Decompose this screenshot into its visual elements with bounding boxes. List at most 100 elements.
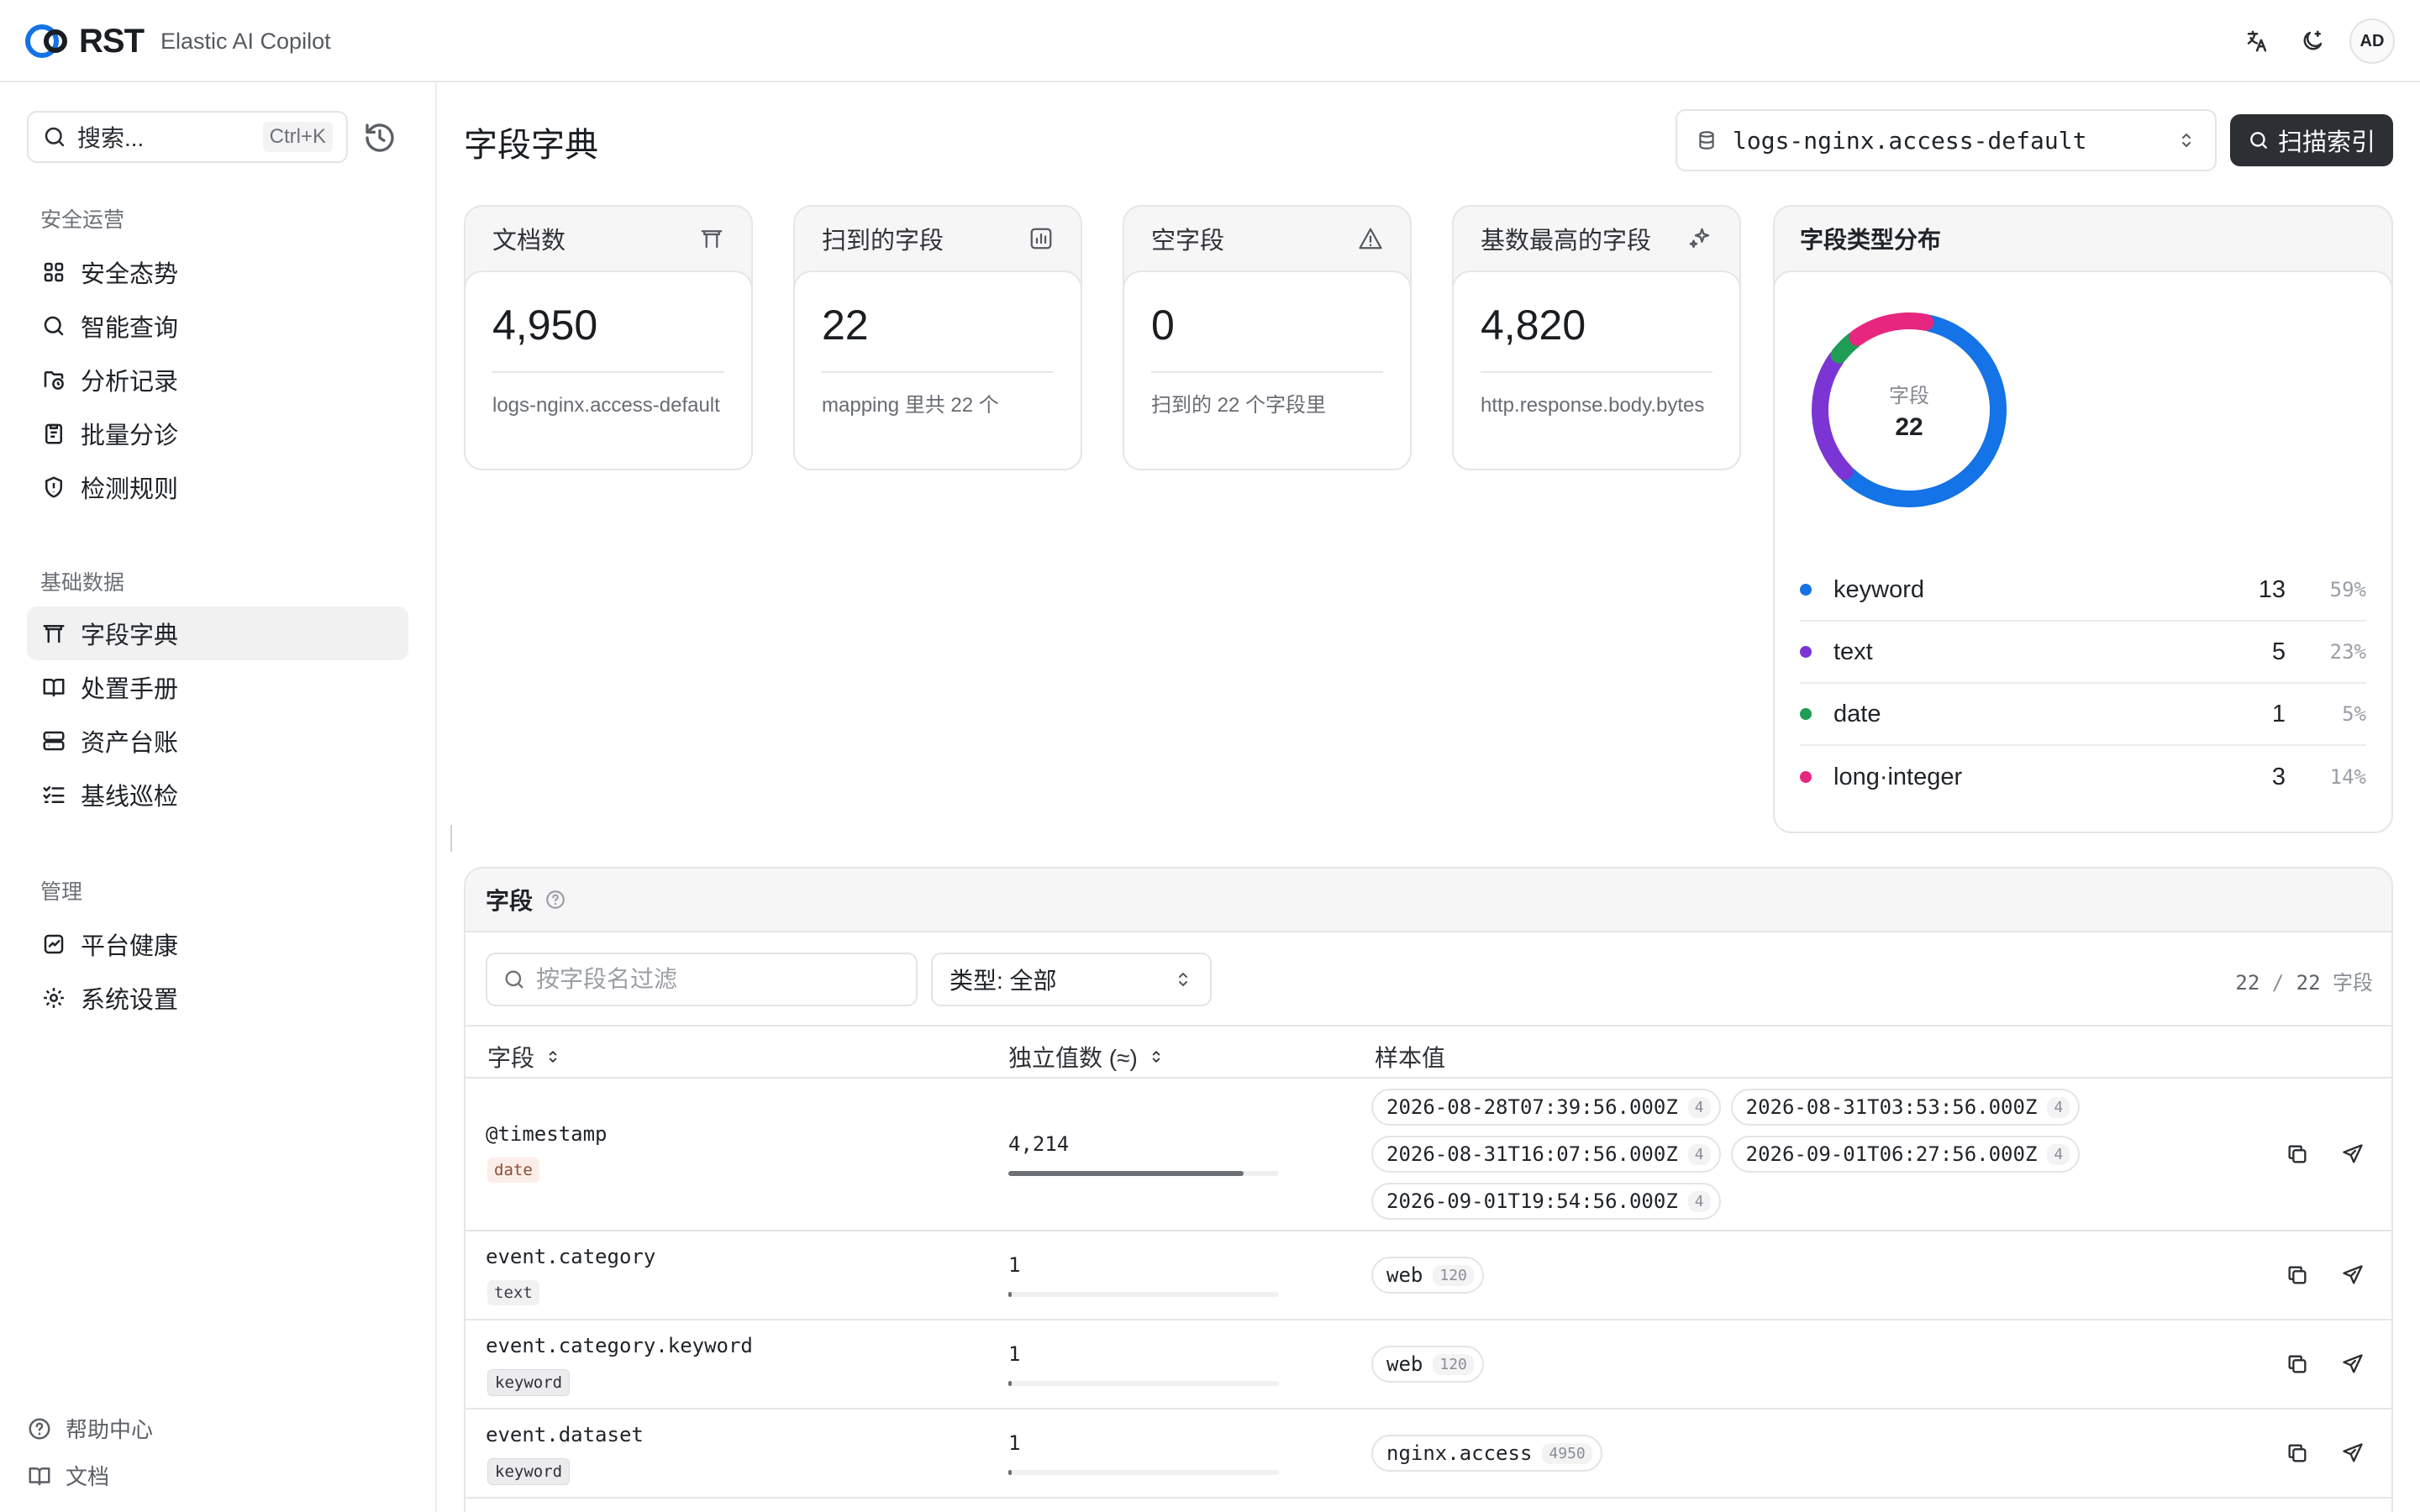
help-center-link[interactable]: 帮助中心 — [27, 1413, 153, 1444]
warning-icon — [1359, 228, 1382, 249]
field-filter-text[interactable] — [536, 966, 889, 993]
sidebar-item-field-dictionary[interactable]: 字段字典 — [27, 606, 408, 660]
sample-chip[interactable]: 2026-09-01T06:27:56.000Z 4 — [1730, 1136, 2081, 1173]
fields-title: 字段 — [486, 888, 534, 914]
cardinality-bar — [1008, 1381, 1279, 1386]
sidebar-item-asset-ledger[interactable]: 资产台账 — [27, 714, 408, 768]
column-header-cardinality[interactable]: 独立值数 (≈) — [1008, 1040, 1165, 1074]
cardinality-bar — [1008, 1470, 1279, 1475]
search-shortcut: Ctrl+K — [262, 122, 333, 152]
send-icon[interactable] — [2338, 1260, 2368, 1290]
stat-card-highest-cardinality: 基数最高的字段 4,820 http.response.body.bytes — [1452, 205, 1741, 470]
help-icon[interactable] — [544, 889, 566, 911]
sidebar-search[interactable]: 搜索... Ctrl+K — [27, 111, 348, 163]
chart-icon — [1030, 228, 1052, 249]
stat-sub: logs-nginx.access-default — [492, 394, 720, 417]
sidebar-item-baseline-inspection[interactable]: 基线巡检 — [27, 768, 408, 822]
legend-dot — [1800, 584, 1812, 596]
legend-count: 3 — [2271, 763, 2286, 790]
legend-pct: 23% — [2329, 640, 2366, 664]
sidebar-item-batch-triage[interactable]: 批量分诊 — [27, 407, 408, 460]
sample-chip[interactable]: 2026-08-28T07:39:56.000Z 4 — [1371, 1089, 1721, 1126]
copy-icon[interactable] — [2282, 1139, 2312, 1169]
stat-card-doc-count: 文档数 4,950 logs-nginx.access-default — [464, 205, 753, 470]
stat-label: 文档数 — [492, 228, 566, 255]
send-icon[interactable] — [2338, 1349, 2368, 1379]
field-filter-input[interactable] — [486, 953, 918, 1006]
stat-label: 基数最高的字段 — [1481, 228, 1652, 255]
stat-sub: 扫到的 22 个字段里 — [1151, 394, 1327, 417]
sample-chip[interactable]: 2026-08-31T16:07:56.000Z 4 — [1371, 1136, 1721, 1173]
table-icon — [701, 230, 723, 249]
cardinality-bar-fill — [1008, 1171, 1244, 1176]
legend-row-date: date 1 5% — [1800, 684, 2366, 746]
legend-count: 5 — [2271, 638, 2286, 665]
docs-link[interactable]: 文档 — [27, 1460, 109, 1491]
sidebar-item-platform-health[interactable]: 平台健康 — [27, 917, 408, 971]
sidebar-item-analysis-records[interactable]: 分析记录 — [27, 353, 408, 407]
sidebar-item-label: 字段字典 — [81, 622, 179, 649]
table-row[interactable]: event.category.keyword keyword 1 web 120 — [466, 1320, 2391, 1410]
scan-index-button[interactable]: 扫描索引 — [2230, 114, 2393, 166]
sidebar-item-smart-query[interactable]: 智能查询 — [27, 299, 408, 353]
copy-icon[interactable] — [2282, 1438, 2312, 1468]
sort-icon — [1152, 1051, 1160, 1063]
index-select[interactable]: logs-nginx.access-default — [1676, 109, 2217, 171]
chevron-up-down-icon — [1179, 973, 1187, 986]
donut-center-value: 22 — [1895, 412, 1923, 441]
moon-icon[interactable] — [2294, 23, 2331, 60]
grid-icon — [40, 259, 67, 286]
translate-icon[interactable] — [2238, 23, 2275, 60]
legend-name: text — [1833, 638, 1873, 665]
fields-panel: 字段 类型: 全部 22 / 22 字段 字段 独立值数 (≈) 样本值 @ti… — [464, 867, 2393, 1512]
legend-pct: 14% — [2329, 765, 2366, 789]
copy-icon[interactable] — [2282, 1260, 2312, 1290]
sidebar-item-detection-rules[interactable]: 检测规则 — [27, 460, 408, 514]
help-center-label: 帮助中心 — [66, 1417, 154, 1442]
column-header-field[interactable]: 字段 — [487, 1040, 561, 1074]
sample-chip[interactable]: nginx.access 4950 — [1371, 1435, 1602, 1472]
type-filter-select[interactable]: 类型: 全部 — [931, 953, 1212, 1006]
copy-icon[interactable] — [2282, 1349, 2312, 1379]
avatar[interactable]: AD — [2349, 18, 2395, 64]
type-filter-value: 类型: 全部 — [950, 968, 1057, 994]
section-label-admin: 管理 — [40, 880, 83, 904]
legend-dot — [1800, 646, 1812, 658]
sample-chip[interactable]: web 120 — [1371, 1346, 1484, 1383]
search-icon — [2250, 132, 2267, 149]
stat-sub: http.response.body.bytes — [1481, 394, 1705, 417]
sidebar-item-playbook[interactable]: 处置手册 — [27, 660, 408, 714]
cardinality-bar — [1008, 1171, 1279, 1176]
stat-label: 扫到的字段 — [822, 228, 944, 255]
send-icon[interactable] — [2338, 1139, 2368, 1169]
shield-icon — [40, 474, 67, 501]
field-type-badge: text — [487, 1280, 539, 1305]
history-icon[interactable] — [363, 121, 397, 155]
activity-icon — [40, 931, 67, 958]
sidebar-item-label: 智能查询 — [81, 315, 179, 342]
sort-icon — [549, 1051, 557, 1063]
cardinality-value: 4,214 — [1008, 1132, 1070, 1156]
sample-chip[interactable]: web 120 — [1371, 1257, 1484, 1294]
sidebar-item-label: 资产台账 — [81, 730, 179, 757]
logo-mark-icon — [25, 24, 67, 58]
cardinality-value: 1 — [1008, 1342, 1021, 1366]
cardinality-bar-fill — [1008, 1292, 1012, 1297]
table-row[interactable]: event.category text 1 web 120 — [466, 1231, 2391, 1320]
sidebar-item-system-settings[interactable]: 系统设置 — [27, 971, 408, 1025]
server-icon — [40, 727, 67, 754]
table-header: 字段 独立值数 (≈) 样本值 — [466, 1025, 2391, 1079]
field-count-shown: 22 — [2235, 971, 2260, 995]
table-row[interactable]: @timestamp date 4,214 2026-08-28T07:39:5… — [466, 1079, 2391, 1231]
table-row[interactable]: event.dataset keyword 1 nginx.access 4950 — [466, 1410, 2391, 1499]
sample-chip[interactable]: 2026-09-01T19:54:56.000Z 4 — [1371, 1183, 1721, 1220]
sample-values: nginx.access 4950 — [1371, 1435, 2111, 1472]
sidebar-item-security-posture[interactable]: 安全态势 — [27, 245, 408, 299]
sample-chip[interactable]: 2026-08-31T03:53:56.000Z 4 — [1730, 1089, 2081, 1126]
sidebar-item-label: 批量分诊 — [81, 423, 179, 449]
legend-row-keyword: keyword 13 59% — [1800, 559, 2366, 622]
stat-value: 4,820 — [1481, 302, 1586, 349]
send-icon[interactable] — [2338, 1438, 2368, 1468]
resize-handle[interactable] — [450, 825, 452, 852]
app-logo[interactable]: RST Elastic AI Copilot — [24, 20, 331, 62]
